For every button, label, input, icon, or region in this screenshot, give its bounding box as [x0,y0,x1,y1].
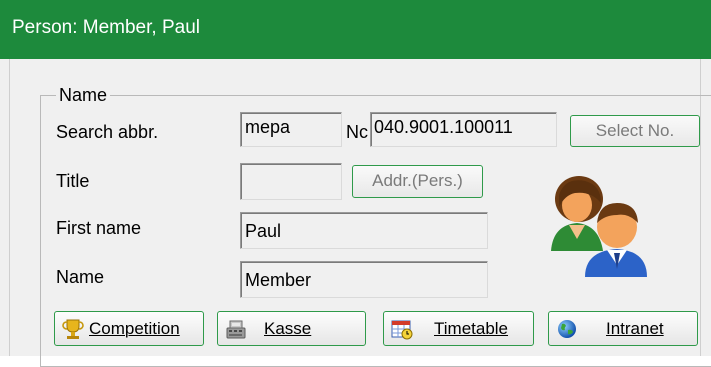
kasse-button[interactable]: Kasse [217,311,366,346]
name-label: Name [56,267,105,287]
first-name-field[interactable]: Paul [240,212,488,249]
name-field[interactable]: Member [240,261,488,298]
addr-pers-button[interactable]: Addr.(Pers.) [352,165,483,198]
competition-button-label: Competition [89,319,180,338]
number-label: Nc [346,122,368,142]
groupbox-legend: Name [56,85,111,106]
title-field[interactable] [240,163,342,200]
search-abbr-field[interactable]: mepa [240,112,342,147]
frame-border-left [9,59,10,356]
intranet-button-label: Intranet [606,319,664,338]
cash-register-icon [226,320,246,339]
globe-icon [558,320,576,338]
competition-button[interactable]: Competition [54,311,204,346]
search-abbr-label: Search abbr. [56,122,159,142]
calendar-icon [391,320,413,340]
window-title: Person: Member, Paul [12,17,200,38]
timetable-button[interactable]: Timetable [383,311,534,346]
window-titlebar[interactable]: Person: Member, Paul [0,0,711,59]
timetable-button-label: Timetable [434,319,509,338]
intranet-button[interactable]: Intranet [548,311,698,346]
title-label: Title [56,171,90,191]
number-field[interactable]: 040.9001.100011 [370,112,557,147]
select-no-button[interactable]: Select No. [570,115,700,147]
first-name-label: First name [56,218,142,238]
kasse-button-label: Kasse [264,319,312,338]
trophy-icon [62,319,84,339]
persons-icon [551,176,647,277]
